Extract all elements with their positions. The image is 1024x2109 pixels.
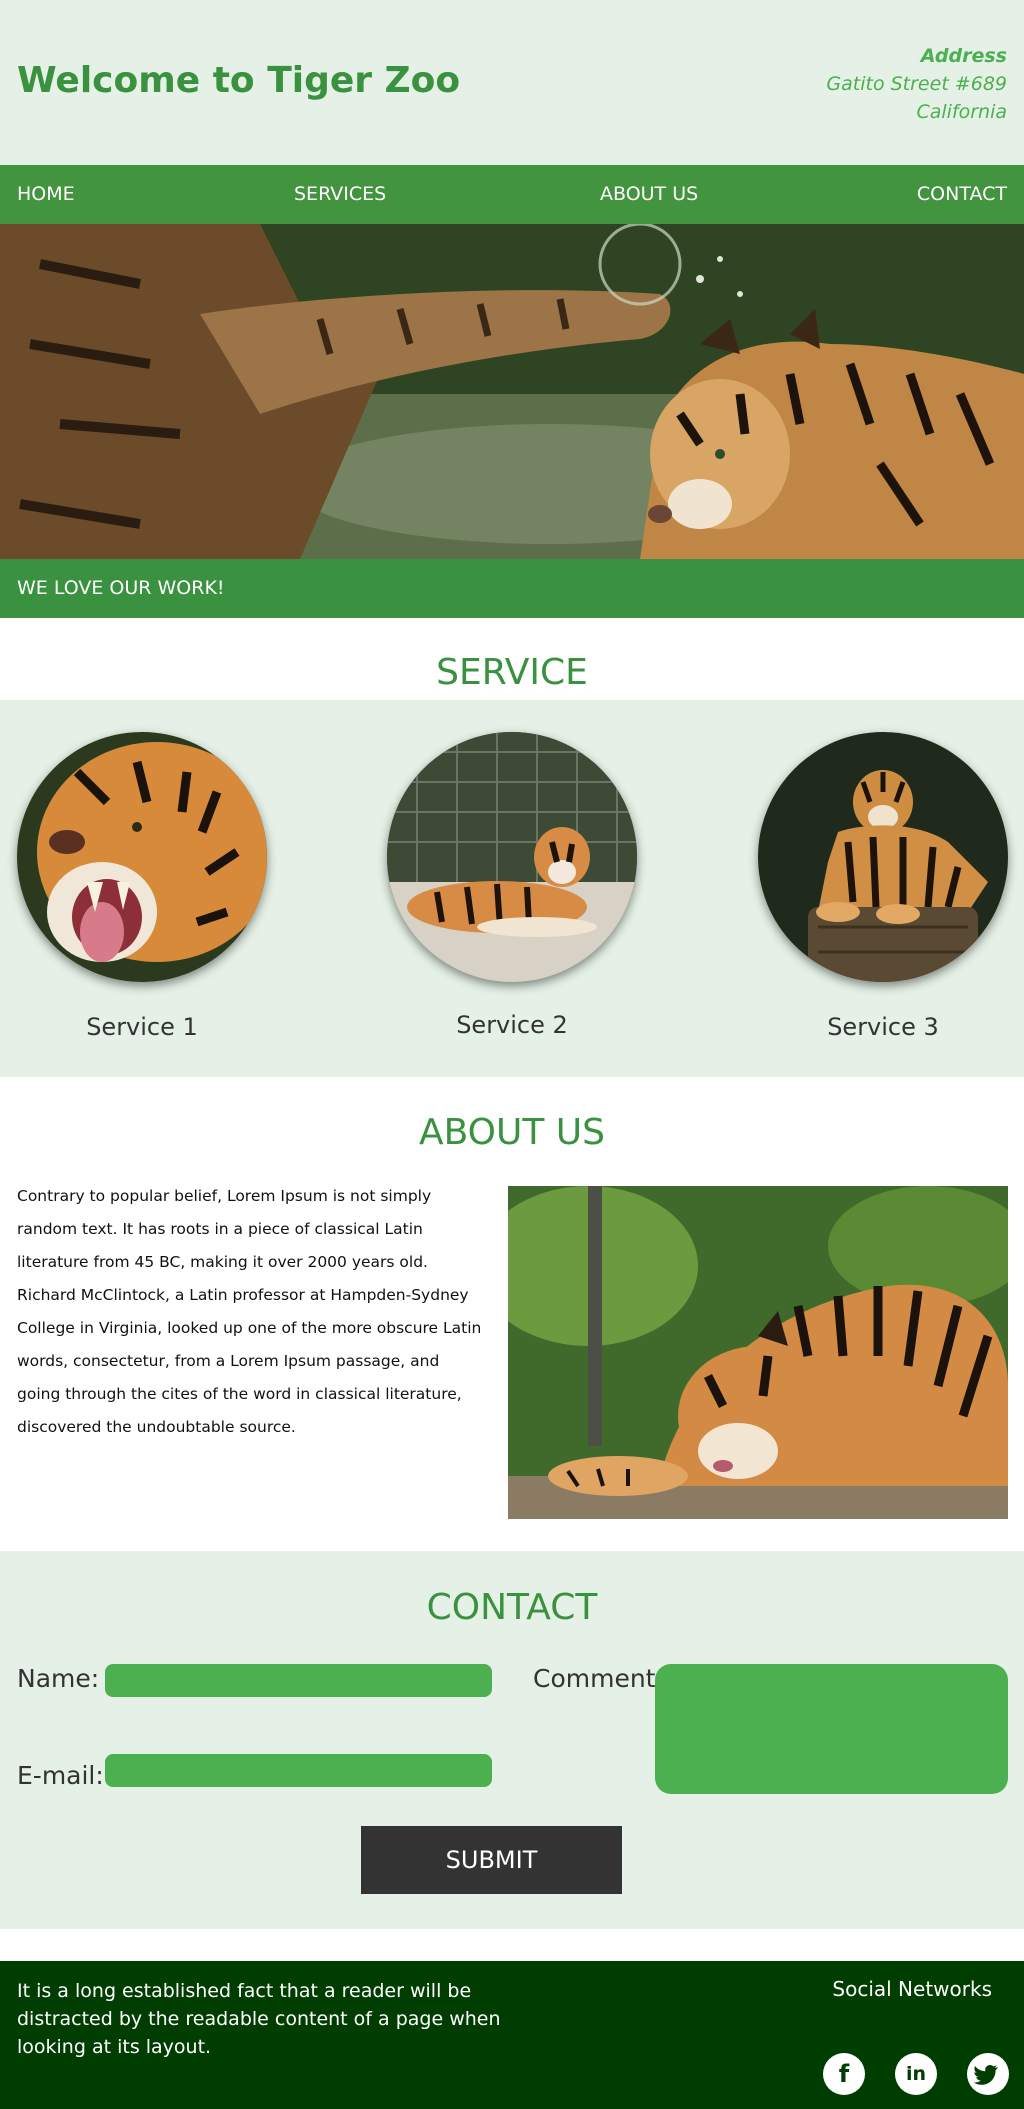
service-3-label: Service 3: [827, 1013, 939, 1041]
nav-contact[interactable]: CONTACT: [917, 183, 1007, 205]
comment-textarea[interactable]: [655, 1664, 1008, 1794]
service-section: Service 1 Service 2 Service 3: [0, 700, 1024, 1077]
tiger-resting-illustration: [508, 1186, 1008, 1519]
service-2-label: Service 2: [456, 1011, 568, 1039]
service-title: SERVICE: [436, 652, 588, 693]
email-label: E-mail:: [17, 1761, 104, 1790]
about-title: ABOUT US: [418, 1112, 605, 1153]
site-footer: It is a long established fact that a rea…: [0, 1961, 1024, 2109]
service-3-image[interactable]: [758, 732, 1008, 982]
main-nav: HOME SERVICES ABOUT US CONTACT: [0, 165, 1024, 224]
twitter-icon[interactable]: [967, 2053, 1009, 2095]
address-line-2: California: [916, 101, 1007, 123]
facebook-icon[interactable]: f: [823, 2053, 865, 2095]
nav-home[interactable]: HOME: [17, 183, 75, 205]
tiger-lying-illustration: [387, 732, 637, 982]
nav-about-us[interactable]: ABOUT US: [600, 183, 698, 205]
address-label: Address: [920, 45, 1007, 67]
site-title: Welcome to Tiger Zoo: [17, 60, 461, 101]
hero-tigers-illustration: [0, 224, 1024, 559]
social-networks-title: Social Networks: [832, 1977, 992, 2001]
banner-text: WE LOVE OUR WORK!: [17, 577, 225, 599]
tiger-on-log-illustration: [758, 732, 1008, 982]
about-image: [508, 1186, 1008, 1519]
address-line-1: Gatito Street #689: [826, 73, 1007, 95]
tiger-roaring-illustration: [17, 732, 267, 982]
name-input[interactable]: [105, 1664, 492, 1697]
linkedin-icon[interactable]: in: [895, 2053, 937, 2095]
address-block: Address Gatito Street #689 California: [826, 42, 1007, 126]
nav-services[interactable]: SERVICES: [294, 183, 386, 205]
email-input[interactable]: [105, 1754, 492, 1787]
service-1-label: Service 1: [86, 1013, 198, 1041]
hero-image: [0, 224, 1024, 559]
about-text: Contrary to popular belief, Lorem Ipsum …: [17, 1187, 482, 1436]
service-2-image[interactable]: [387, 732, 637, 982]
submit-button[interactable]: SUBMIT: [361, 1826, 622, 1894]
twitter-bird-glyph: [973, 2064, 998, 2085]
footer-text: It is a long established fact that a rea…: [17, 1980, 501, 2058]
contact-section: CONTACT Name: E-mail: Comment SUBMIT: [0, 1551, 1024, 1929]
contact-title: CONTACT: [426, 1587, 598, 1628]
banner: WE LOVE OUR WORK!: [0, 559, 1024, 618]
comment-label: Comment: [533, 1664, 656, 1693]
name-label: Name:: [17, 1664, 100, 1693]
service-1-image[interactable]: [17, 732, 267, 982]
site-header: Welcome to Tiger Zoo Address Gatito Stre…: [0, 0, 1024, 165]
